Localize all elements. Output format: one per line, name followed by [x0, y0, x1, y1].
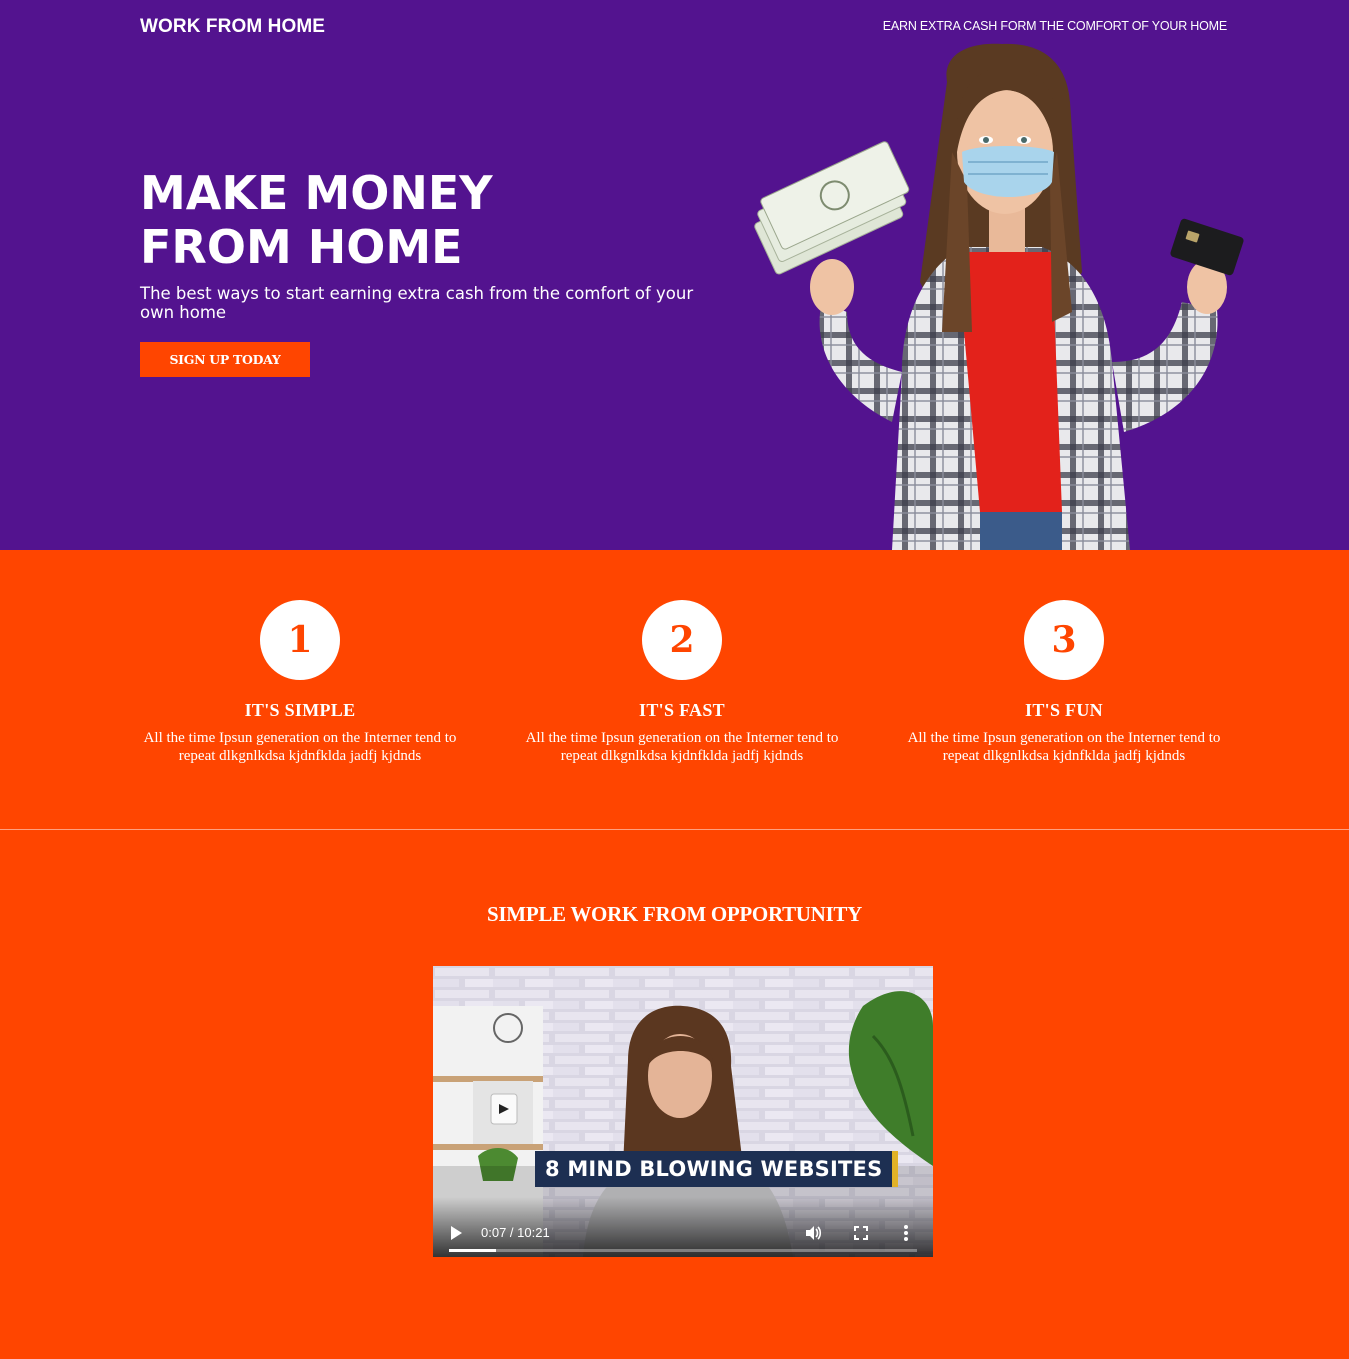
- volume-icon[interactable]: [804, 1224, 822, 1247]
- hero-headline: MAKE MONEY FROM HOME: [140, 166, 660, 274]
- video-controls: 0:07 / 10:21: [433, 1197, 933, 1257]
- sign-up-button[interactable]: SIGN UP TODAY: [140, 342, 310, 377]
- header-tagline: EARN EXTRA CASH FORM THE COMFORT OF YOUR…: [882, 19, 1227, 33]
- feature-description: All the time Ipsun generation on the Int…: [907, 730, 1221, 764]
- video-title-banner: 8 MIND BLOWING WEBSITES: [535, 1151, 899, 1187]
- feature-number-badge: 1: [260, 600, 340, 680]
- hero-headline-line1: MAKE MONEY: [140, 166, 493, 220]
- hero-section: WORK FROM HOME EARN EXTRA CASH FORM THE …: [0, 0, 1349, 550]
- more-vertical-icon[interactable]: [903, 1224, 909, 1247]
- feature-number-badge: 2: [642, 600, 722, 680]
- video-section: SIMPLE WORK FROM OPPORTUNITY 8 MIND BLOW…: [0, 830, 1349, 1359]
- feature-simple: 1 IT'S SIMPLE All the time Ipsun generat…: [109, 600, 491, 765]
- feature-title: IT'S FAST: [639, 700, 725, 720]
- video-section-title: SIMPLE WORK FROM OPPORTUNITY: [487, 902, 862, 926]
- video-progress-bar[interactable]: [449, 1249, 917, 1252]
- brand-logo[interactable]: WORK FROM HOME: [140, 16, 325, 38]
- feature-fun: 3 IT'S FUN All the time Ipsun generation…: [873, 600, 1255, 765]
- hero-subheadline: The best ways to start earning extra cas…: [140, 284, 694, 322]
- hero-headline-line2: FROM HOME: [140, 220, 463, 274]
- play-icon[interactable]: [449, 1225, 463, 1246]
- video-progress-fill: [449, 1249, 496, 1252]
- feature-title: IT'S SIMPLE: [244, 700, 356, 720]
- features-section: 1 IT'S SIMPLE All the time Ipsun generat…: [0, 550, 1349, 830]
- feature-description: All the time Ipsun generation on the Int…: [143, 730, 457, 764]
- feature-number-badge: 3: [1024, 600, 1104, 680]
- video-time: 0:07 / 10:21: [481, 1225, 550, 1240]
- feature-title: IT'S FUN: [1025, 700, 1103, 720]
- feature-description: All the time Ipsun generation on the Int…: [525, 730, 839, 764]
- fullscreen-icon[interactable]: [853, 1225, 869, 1246]
- video-player[interactable]: 8 MIND BLOWING WEBSITES 0:07 / 10:21: [433, 966, 933, 1257]
- hero-person-image: [754, 43, 1244, 550]
- feature-fast: 2 IT'S FAST All the time Ipsun generatio…: [491, 600, 873, 765]
